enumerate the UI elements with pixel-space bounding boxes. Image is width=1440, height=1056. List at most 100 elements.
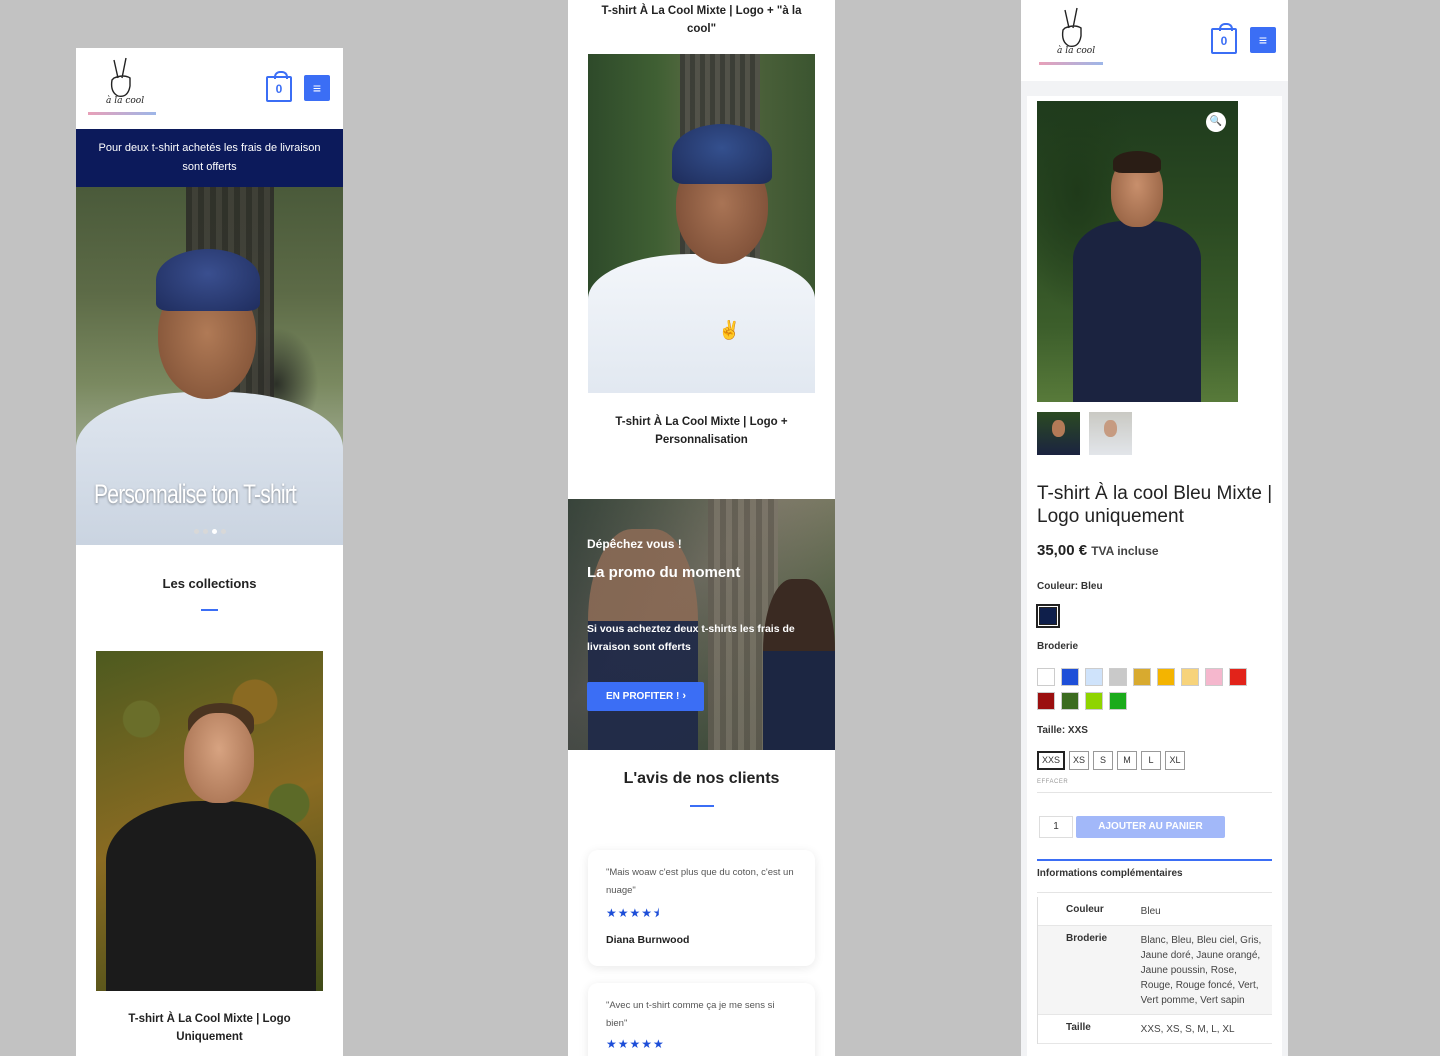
embroidery-swatch[interactable] [1085, 692, 1103, 710]
star-rating: ★★★★★ [606, 1037, 665, 1051]
spec-key: Taille [1066, 1022, 1091, 1033]
table-row: Taille XXS, XS, S, M, L, XL [1038, 1015, 1272, 1044]
embroidery-swatch[interactable] [1205, 668, 1223, 686]
slider-dot[interactable] [194, 529, 199, 534]
logo-underline [88, 112, 156, 115]
site-logo[interactable]: à la cool [1039, 4, 1109, 70]
tva-note: TVA incluse [1091, 544, 1159, 558]
divider [1037, 892, 1272, 893]
promo-photo-woman [763, 579, 835, 750]
review-quote: "Avec un t-shirt comme ça je me sens si … [606, 1000, 775, 1029]
model-shirt [588, 254, 815, 393]
product-main-image[interactable]: 🔍 [1037, 101, 1238, 402]
embroidery-swatch[interactable] [1229, 668, 1247, 686]
embroidery-swatch[interactable] [1109, 692, 1127, 710]
magnifier-icon[interactable]: 🔍 [1206, 112, 1226, 132]
clear-selection-link[interactable]: EFFACER [1037, 779, 1068, 785]
hero-slider[interactable]: Personnalise ton T-shirt [76, 187, 343, 545]
quantity-input[interactable]: 1 [1039, 816, 1073, 838]
mobile-screen-home-scrolled: T-shirt À La Cool Mixte | Logo + "à la c… [568, 0, 835, 1056]
specs-table: Couleur Bleu Broderie Blanc, Bleu, Bleu … [1037, 897, 1272, 1044]
slider-dot[interactable] [203, 529, 208, 534]
embroidery-swatch[interactable] [1061, 692, 1079, 710]
model-head [184, 713, 254, 803]
menu-button[interactable]: ≡ [1250, 27, 1276, 53]
embroidery-logo: ✌ [718, 320, 741, 340]
title-underline [690, 805, 714, 807]
promo-cta-button[interactable]: EN PROFITER ! › [587, 682, 704, 711]
color-swatch-bleu[interactable] [1036, 604, 1060, 628]
size-option-l[interactable]: L [1141, 751, 1161, 770]
product-image[interactable] [96, 651, 323, 991]
cart-button[interactable]: 0 [266, 71, 292, 102]
product-name[interactable]: T-shirt À La Cool Mixte | Logo + Personn… [588, 413, 815, 449]
cart-button[interactable]: 0 [1211, 23, 1237, 54]
site-header: à la cool 0 ≡ [76, 48, 343, 129]
price-value: 35,00 € [1037, 542, 1088, 559]
model-shirt [106, 801, 316, 991]
size-option-xxs[interactable]: XXS [1037, 751, 1065, 770]
embroidery-swatch[interactable] [1157, 668, 1175, 686]
table-row: Couleur Bleu [1038, 897, 1272, 926]
site-header: à la cool 0 ≡ [1021, 0, 1288, 81]
logo-caption: à la cool [106, 96, 145, 106]
embroidery-label: Broderie [1037, 641, 1079, 652]
embroidery-swatch[interactable] [1037, 692, 1055, 710]
slider-dot[interactable] [221, 529, 226, 534]
color-label: Couleur: Bleu [1037, 581, 1103, 592]
thumb-head [1052, 420, 1065, 437]
cart-count: 0 [275, 82, 283, 96]
add-to-cart-button[interactable]: AJOUTER AU PANIER [1076, 816, 1225, 838]
menu-button[interactable]: ≡ [304, 75, 330, 101]
embroidery-swatch[interactable] [1085, 668, 1103, 686]
review-card: "Mais woaw c'est plus que du coton, c'es… [588, 850, 815, 966]
product-name[interactable]: T-shirt À La Cool Mixte | Logo + "à la c… [588, 2, 815, 38]
product-thumbnail[interactable] [1037, 412, 1080, 455]
product-thumbnail[interactable] [1089, 412, 1132, 455]
embroidery-swatch[interactable] [1181, 668, 1199, 686]
product-image[interactable]: ✌ [588, 54, 815, 393]
thumb-head [1104, 420, 1117, 437]
model-hat [672, 124, 772, 184]
product-name[interactable]: T-shirt À La Cool Mixte | Logo Uniquemen… [96, 1010, 323, 1046]
model-shirt [1073, 221, 1201, 402]
hamburger-icon: ≡ [312, 80, 322, 96]
cta-label: EN PROFITER ! [606, 691, 680, 702]
review-author: Diana Burnwood [606, 934, 690, 946]
size-option-xs[interactable]: XS [1069, 751, 1089, 770]
size-option-xl[interactable]: XL [1165, 751, 1185, 770]
promo-title: La promo du moment [587, 564, 741, 581]
cart-count: 0 [1220, 34, 1228, 48]
spec-value: XXS, XS, S, M, L, XL [1140, 1024, 1235, 1035]
size-label: Taille: XXS [1037, 725, 1088, 736]
tab-additional-info[interactable]: Informations complémentaires [1037, 868, 1183, 879]
mobile-screen-product: à la cool 0 ≡ 🔍 T-shirt À la cool Bleu M… [1021, 0, 1288, 1056]
spec-value: Bleu [1140, 906, 1161, 917]
logo-underline [1039, 62, 1103, 65]
info-tab-indicator [1037, 859, 1272, 861]
review-quote: "Mais woaw c'est plus que du coton, c'es… [606, 867, 794, 896]
reviews-title: L'avis de nos clients [623, 770, 780, 787]
table-row: Broderie Blanc, Bleu, Bleu ciel, Gris, J… [1038, 926, 1272, 1015]
star-rating: ★★★★⯨ [606, 906, 661, 920]
size-option-s[interactable]: S [1093, 751, 1113, 770]
embroidery-swatch[interactable] [1109, 668, 1127, 686]
promo-section: Dépêchez vous ! La promo du moment Si vo… [568, 499, 835, 750]
spec-value: Blanc, Bleu, Bleu ciel, Gris, Jaune doré… [1140, 935, 1262, 1006]
hero-shirt [76, 392, 343, 545]
promo-text: Si vous acheztez deux t-shirts les frais… [587, 623, 795, 653]
embroidery-swatch[interactable] [1037, 668, 1055, 686]
embroidery-swatch[interactable] [1133, 668, 1151, 686]
hero-title: Personnalise ton T-shirt [94, 479, 297, 509]
site-logo[interactable]: à la cool [88, 54, 158, 120]
product-price: 35,00 € TVA incluse [1037, 542, 1159, 559]
model-hair [1113, 151, 1161, 173]
hero-hat [156, 249, 260, 311]
embroidery-swatch[interactable] [1061, 668, 1079, 686]
mobile-screen-home: à la cool 0 ≡ Pour deux t-shirt achetés … [76, 48, 343, 1056]
slider-dot-active[interactable] [212, 529, 217, 534]
divider [1037, 792, 1272, 793]
size-option-m[interactable]: M [1117, 751, 1137, 770]
title-underline [201, 609, 218, 611]
product-card: 🔍 T-shirt À la cool Bleu Mixte | Logo un… [1027, 96, 1282, 1056]
